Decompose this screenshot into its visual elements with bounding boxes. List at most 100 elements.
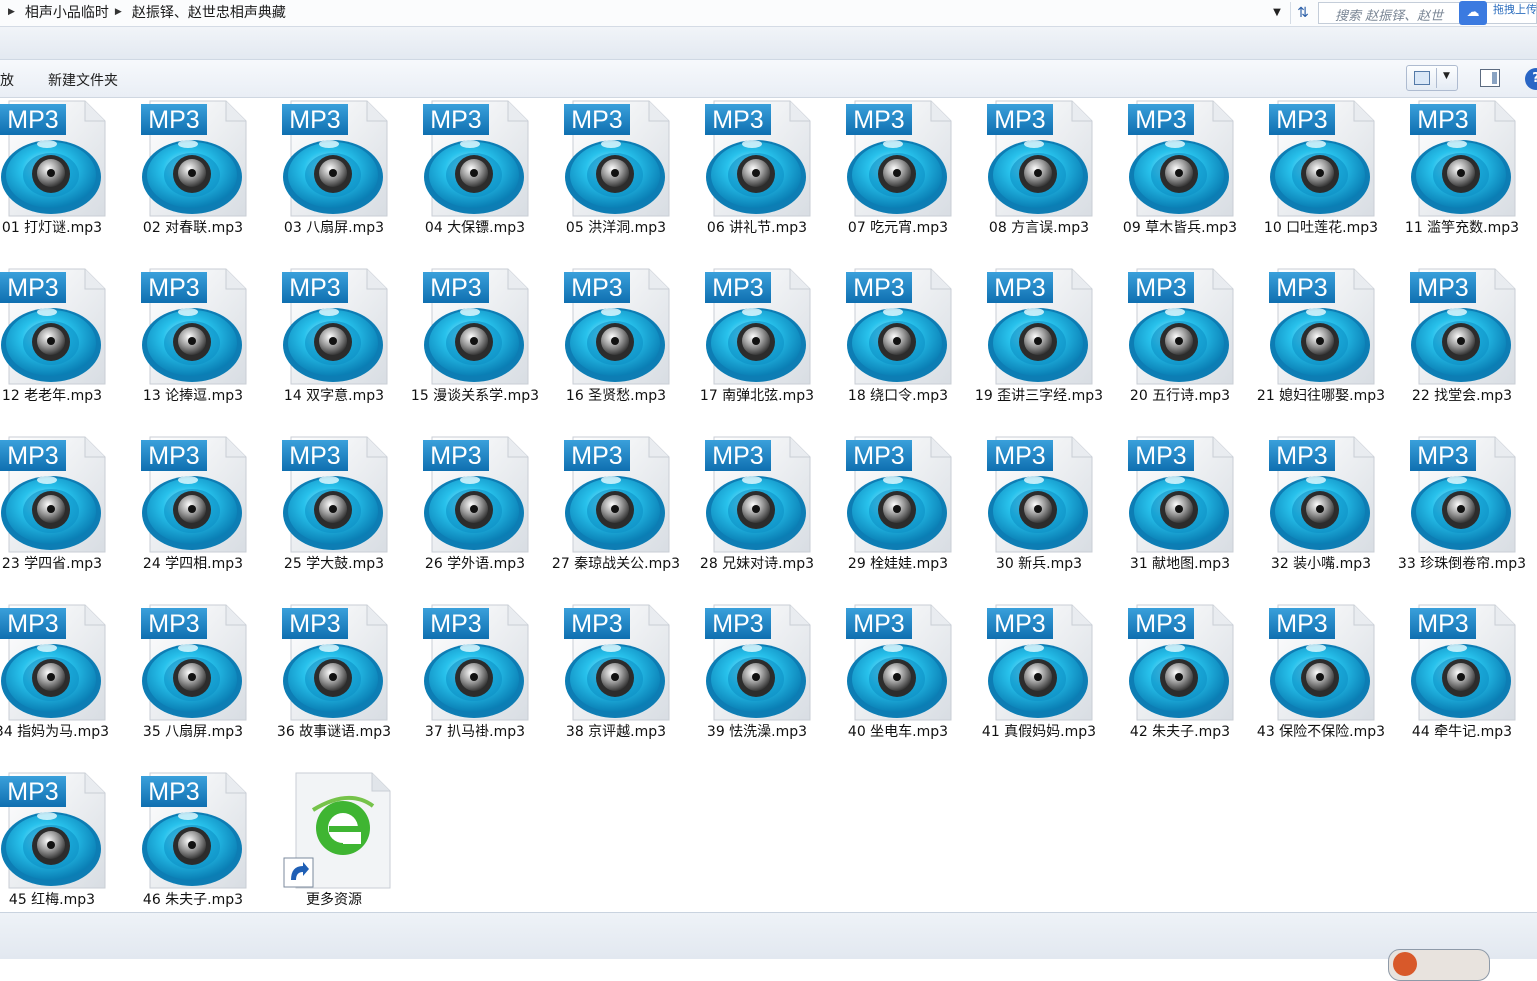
refresh-icon[interactable]: ⇅ [1290,2,1315,24]
file-item[interactable]: MP3 45 红梅.mp3 [0,770,117,934]
search-input[interactable]: 搜索 赵振铎、赵世 ☁ 拖拽上传 [1318,1,1537,25]
file-item[interactable]: MP3 38 京评越.mp3 [551,602,681,766]
file-item[interactable]: MP3 18 绕口令.mp3 [833,266,963,430]
file-item[interactable]: MP3 01 打灯谜.mp3 [0,98,117,262]
file-item[interactable]: MP3 34 指妈为马.mp3 [0,602,117,766]
file-item[interactable]: MP3 28 兄妹对诗.mp3 [692,434,822,598]
mp3-file-icon: MP3 [551,266,670,386]
mp3-file-icon: MP3 [974,266,1093,386]
file-item[interactable]: MP3 32 装小嘴.mp3 [1256,434,1386,598]
file-item[interactable]: MP3 36 故事谜语.mp3 [269,602,399,766]
file-item[interactable]: MP3 40 坐电车.mp3 [833,602,963,766]
svg-text:MP3: MP3 [148,778,199,806]
file-item[interactable]: MP3 09 草木皆兵.mp3 [1115,98,1245,262]
search-placeholder: 搜索 赵振铎、赵世 [1335,9,1444,24]
breadcrumb-arrow-icon[interactable]: ▶ [115,7,122,17]
file-name: 20 五行诗.mp3 [1129,388,1231,404]
file-item[interactable]: MP3 26 学外语.mp3 [410,434,540,598]
file-item[interactable]: MP3 15 漫谈关系学.mp3 [410,266,540,430]
file-name: 23 学四省.mp3 [1,556,103,572]
file-name: 10 口吐莲花.mp3 [1263,220,1379,236]
file-item[interactable]: MP3 03 八扇屏.mp3 [269,98,399,262]
file-item[interactable]: MP3 41 真假妈妈.mp3 [974,602,1104,766]
svg-text:MP3: MP3 [7,610,58,638]
mp3-file-icon: MP3 [128,266,247,386]
file-item[interactable]: MP3 24 学四相.mp3 [128,434,258,598]
svg-text:MP3: MP3 [712,274,763,302]
preview-pane-icon[interactable] [1480,69,1500,87]
file-item[interactable]: MP3 14 双字意.mp3 [269,266,399,430]
address-dropdown-icon[interactable]: ▼ [1268,4,1286,22]
file-item[interactable]: MP3 05 洪洋洞.mp3 [551,98,681,262]
file-item[interactable]: MP3 23 学四省.mp3 [0,434,117,598]
file-item[interactable]: MP3 04 大保镖.mp3 [410,98,540,262]
mp3-file-icon: MP3 [0,266,106,386]
mp3-file-icon: MP3 [0,98,106,218]
file-name: 05 洪洋洞.mp3 [565,220,667,236]
toolbar: 放 新建文件夹 ▼ ? [0,60,1537,98]
file-item[interactable]: MP3 13 论捧逗.mp3 [128,266,258,430]
file-name: 32 装小嘴.mp3 [1270,556,1372,572]
file-item[interactable]: MP3 33 珍珠倒卷帘.mp3 [1397,434,1527,598]
file-item[interactable]: MP3 11 滥竽充数.mp3 [1397,98,1527,262]
file-name: 15 漫谈关系学.mp3 [410,388,540,404]
svg-text:MP3: MP3 [1135,442,1186,470]
file-name: 38 京评越.mp3 [565,724,667,740]
svg-text:MP3: MP3 [148,610,199,638]
file-item[interactable]: MP3 31 献地图.mp3 [1115,434,1245,598]
svg-text:MP3: MP3 [430,106,481,134]
file-name: 39 怯洗澡.mp3 [706,724,808,740]
file-name: 18 绕口令.mp3 [847,388,949,404]
file-item[interactable]: MP3 29 栓娃娃.mp3 [833,434,963,598]
file-item[interactable]: MP3 30 新兵.mp3 [974,434,1104,598]
file-item[interactable]: MP3 27 秦琼战关公.mp3 [551,434,681,598]
chevron-down-icon[interactable]: ▼ [1443,71,1450,81]
file-item[interactable]: MP3 16 圣贤愁.mp3 [551,266,681,430]
mp3-file-icon: MP3 [1397,266,1516,386]
mp3-file-icon: MP3 [1115,266,1234,386]
file-item[interactable]: MP3 35 八扇屏.mp3 [128,602,258,766]
file-item[interactable]: MP3 12 老老年.mp3 [0,266,117,430]
file-item[interactable]: MP3 46 朱夫子.mp3 [128,770,258,934]
file-item[interactable]: MP3 07 吃元宵.mp3 [833,98,963,262]
file-item[interactable]: MP3 42 朱夫子.mp3 [1115,602,1245,766]
file-item[interactable]: MP3 44 牵牛记.mp3 [1397,602,1527,766]
file-name: 03 八扇屏.mp3 [283,220,385,236]
svg-text:MP3: MP3 [1276,274,1327,302]
help-icon[interactable]: ? [1525,68,1537,90]
upload-label[interactable]: 拖拽上传 [1493,1,1537,17]
breadcrumb-item-parent[interactable]: 相声小品临时 [25,2,109,22]
cloud-upload-icon[interactable]: ☁ [1459,1,1487,25]
file-item[interactable]: MP3 17 南弹北弦.mp3 [692,266,822,430]
toolbar-item-partial[interactable]: 放 [0,70,14,90]
breadcrumb-item-current[interactable]: 赵振铎、赵世忠相声典藏 [132,2,286,22]
file-name: 31 献地图.mp3 [1129,556,1231,572]
tray-app-icon[interactable] [1388,949,1490,981]
change-view-button[interactable]: ▼ [1406,65,1458,91]
address-bar[interactable]: ▶ 相声小品临时 ▶ 赵振铎、赵世忠相声典藏 ▼ ⇅ 搜索 赵振铎、赵世 ☁ 拖… [0,0,1537,27]
file-list[interactable]: MP3 01 打灯谜.mp3 MP3 02 对春联.mp3 MP3 03 八扇屏.mp3 M… [0,98,1537,912]
file-name: 40 坐电车.mp3 [847,724,949,740]
file-item[interactable]: MP3 22 找堂会.mp3 [1397,266,1527,430]
mp3-file-icon: MP3 [0,602,106,722]
new-folder-button[interactable]: 新建文件夹 [48,70,118,90]
file-name: 35 八扇屏.mp3 [142,724,244,740]
file-item[interactable]: MP3 37 扒马褂.mp3 [410,602,540,766]
file-item[interactable]: MP3 06 讲礼节.mp3 [692,98,822,262]
file-item[interactable]: MP3 21 媳妇往哪娶.mp3 [1256,266,1386,430]
file-item[interactable]: MP3 10 口吐莲花.mp3 [1256,98,1386,262]
file-name: 12 老老年.mp3 [1,388,103,404]
shortcut-item[interactable]: 更多资源 [269,770,399,934]
file-item[interactable]: MP3 19 歪讲三字经.mp3 [974,266,1104,430]
file-name: 13 论捧逗.mp3 [142,388,244,404]
file-item[interactable]: MP3 20 五行诗.mp3 [1115,266,1245,430]
mp3-file-icon: MP3 [1397,98,1516,218]
file-item[interactable]: MP3 25 学大鼓.mp3 [269,434,399,598]
file-item[interactable]: MP3 02 对春联.mp3 [128,98,258,262]
mp3-file-icon: MP3 [833,434,952,554]
file-item[interactable]: MP3 43 保险不保险.mp3 [1256,602,1386,766]
breadcrumb-arrow-icon[interactable]: ▶ [8,7,15,17]
file-item[interactable]: MP3 08 方言误.mp3 [974,98,1104,262]
file-item[interactable]: MP3 39 怯洗澡.mp3 [692,602,822,766]
svg-text:MP3: MP3 [7,778,58,806]
